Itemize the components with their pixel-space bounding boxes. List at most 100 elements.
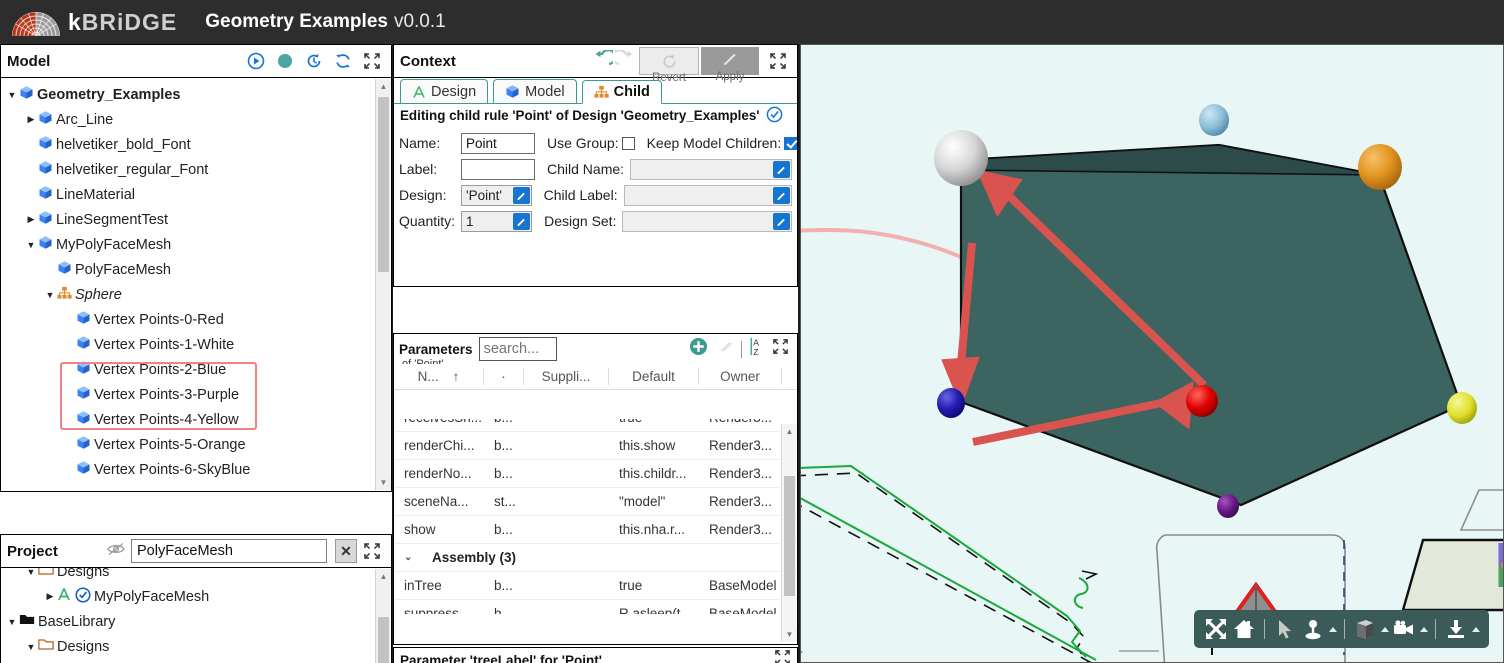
download-icon[interactable] <box>1443 616 1469 642</box>
chevron-up-icon[interactable] <box>1420 626 1428 632</box>
scroll-down-arrow[interactable]: ▼ <box>376 475 391 490</box>
project-tree-scrollbar[interactable]: ▲ <box>375 569 391 663</box>
parameter-row[interactable]: sceneNa... st... "model" Render3... <box>394 488 797 516</box>
history-icon[interactable] <box>305 52 323 70</box>
add-icon[interactable] <box>689 337 708 361</box>
undo-icon[interactable] <box>591 48 617 72</box>
edit-pencil-icon[interactable] <box>773 160 790 178</box>
polyface-mesh[interactable] <box>959 143 1463 507</box>
camera-icon[interactable] <box>1391 616 1417 642</box>
valid-check-icon[interactable] <box>766 106 783 126</box>
parameter-group-row[interactable]: ⌄ Assembly (3) <box>394 544 797 572</box>
parameter-row[interactable]: inTree b... true BaseModel <box>394 572 797 600</box>
twisty-down-icon[interactable]: ▼ <box>5 90 19 100</box>
project-tree-item[interactable]: ▶ MyPolyFaceMesh <box>1 584 391 609</box>
model-tree-item[interactable]: helvetiker_bold_Font <box>1 132 391 157</box>
revert-button[interactable]: Revert <box>639 47 699 84</box>
col-supplier[interactable]: Suppli... <box>524 368 609 385</box>
scroll-thumb[interactable] <box>378 617 389 663</box>
edit-pencil-icon[interactable] <box>773 186 790 204</box>
model-tree-item[interactable]: ▼ MyPolyFaceMesh <box>1 232 391 257</box>
sort-az-icon[interactable]: AZ <box>749 337 765 361</box>
scroll-down-arrow[interactable]: ▼ <box>782 627 797 642</box>
pin-target-icon[interactable] <box>1300 616 1326 642</box>
tab-child[interactable]: Child <box>581 80 662 104</box>
check-circle-icon[interactable] <box>75 586 91 607</box>
twisty-down-icon[interactable]: ▼ <box>24 642 38 652</box>
model-tree-item[interactable]: ▼ Geometry_Examples <box>1 82 391 107</box>
twisty-right-icon[interactable]: ▶ <box>24 214 38 225</box>
twisty-down-icon[interactable]: ▼ <box>24 240 38 250</box>
model-tree-item[interactable]: Vertex Points-5-Orange <box>1 432 391 457</box>
twisty-down-icon[interactable]: ▼ <box>24 568 38 577</box>
model-tree-item[interactable]: Vertex Points-3-Purple <box>1 382 391 407</box>
status-dot-icon[interactable] <box>276 52 294 70</box>
edit-pencil-icon[interactable] <box>773 212 790 230</box>
design-field[interactable]: 'Point' <box>461 184 532 206</box>
expand-icon[interactable] <box>363 542 381 560</box>
model-tree-item[interactable]: Vertex Points-2-Blue <box>1 357 391 382</box>
visibility-off-icon[interactable] <box>107 542 125 560</box>
redo-icon[interactable] <box>611 48 637 72</box>
twisty-right-icon[interactable]: ▶ <box>24 114 38 125</box>
delete-icon[interactable] <box>715 340 734 359</box>
3d-viewport[interactable] <box>800 44 1504 663</box>
twisty-right-icon[interactable]: ▶ <box>43 591 57 602</box>
design-set-field[interactable] <box>622 210 792 232</box>
refresh-icon[interactable] <box>334 52 352 70</box>
model-tree-item[interactable]: helvetiker_regular_Font <box>1 157 391 182</box>
model-tree-item[interactable]: LineMaterial <box>1 182 391 207</box>
clear-search-button[interactable]: ✕ <box>335 539 357 563</box>
project-search-input[interactable] <box>131 539 327 563</box>
model-tree[interactable]: ▼ Geometry_Examples ▶ Arc_Line helvetiker_bo… <box>1 78 391 491</box>
col-name[interactable]: N... ↑ <box>394 368 484 385</box>
parameters-scrollbar[interactable]: ▲ ▼ <box>781 424 797 642</box>
arc-line-geometry[interactable] <box>801 464 1101 663</box>
parameter-row[interactable]: show b... this.nha.r... Render3... <box>394 516 797 544</box>
scroll-up-arrow[interactable]: ▲ <box>782 424 797 439</box>
chevron-up-icon[interactable] <box>1472 626 1480 632</box>
project-tree[interactable]: ▼ Designs ▶ MyPolyFaceMesh ▼ BaseLibrary ▼ Desi… <box>1 568 391 663</box>
fit-all-icon[interactable] <box>1203 616 1229 642</box>
scroll-thumb[interactable] <box>378 97 389 272</box>
model-tree-item[interactable]: ▼ Sphere <box>1 282 391 307</box>
view-cube-icon[interactable] <box>1352 616 1378 642</box>
expand-icon[interactable] <box>363 52 381 70</box>
parameter-row[interactable]: suppress... b... R.asleep(t... BaseModel <box>394 600 797 614</box>
chevron-up-icon[interactable] <box>1381 626 1389 632</box>
child-label-field[interactable] <box>623 184 792 206</box>
play-circle-icon[interactable] <box>247 52 265 70</box>
apply-button[interactable]: Apply <box>701 47 759 83</box>
col-owner[interactable]: Owner <box>699 368 782 385</box>
project-tree-item[interactable]: ▼Geometry <box>1 659 391 663</box>
label-input[interactable] <box>461 158 535 180</box>
expand-icon[interactable] <box>774 649 791 663</box>
expand-icon[interactable] <box>769 52 787 70</box>
edit-pencil-icon[interactable] <box>513 212 531 230</box>
model-tree-scrollbar[interactable]: ▲ ▼ <box>375 79 391 490</box>
keep-model-children-checkbox[interactable] <box>784 136 798 150</box>
parameter-row[interactable]: receivesSh...b... trueRender3... <box>394 419 797 432</box>
parameter-row[interactable]: renderNo... b... this.childr... Render3... <box>394 460 797 488</box>
model-tree-item[interactable]: Vertex Points-1-White <box>1 332 391 357</box>
tab-model[interactable]: Model <box>493 79 577 103</box>
select-cursor-icon[interactable] <box>1272 616 1298 642</box>
scroll-up-arrow[interactable]: ▲ <box>376 569 391 584</box>
tab-design[interactable]: Design <box>400 79 489 103</box>
chevron-up-icon[interactable] <box>1329 626 1337 632</box>
project-tree-item[interactable]: ▼ Designs <box>1 634 391 659</box>
twisty-down-icon[interactable]: ⌄ <box>394 552 422 563</box>
project-tree-item[interactable]: ▼ Designs <box>1 568 391 584</box>
model-tree-item[interactable]: Vertex Points-6-SkyBlue <box>1 457 391 482</box>
parameters-search-input[interactable] <box>478 337 557 361</box>
twisty-down-icon[interactable]: ▼ <box>5 617 19 627</box>
model-tree-item[interactable]: Vertex Points-0-Red <box>1 307 391 332</box>
project-tree-item[interactable]: ▼ BaseLibrary <box>1 609 391 634</box>
scroll-up-arrow[interactable]: ▲ <box>376 79 391 94</box>
edit-pencil-icon[interactable] <box>512 186 530 204</box>
parameter-row[interactable]: renderChi... b... this.show Render3... <box>394 432 797 460</box>
model-tree-item[interactable]: Vertex Points-4-Yellow <box>1 407 391 432</box>
model-tree-item[interactable]: PolyFaceMesh <box>1 257 391 282</box>
model-tree-item[interactable]: ▶ LineSegmentTest <box>1 207 391 232</box>
col-default[interactable]: Default <box>609 368 699 385</box>
